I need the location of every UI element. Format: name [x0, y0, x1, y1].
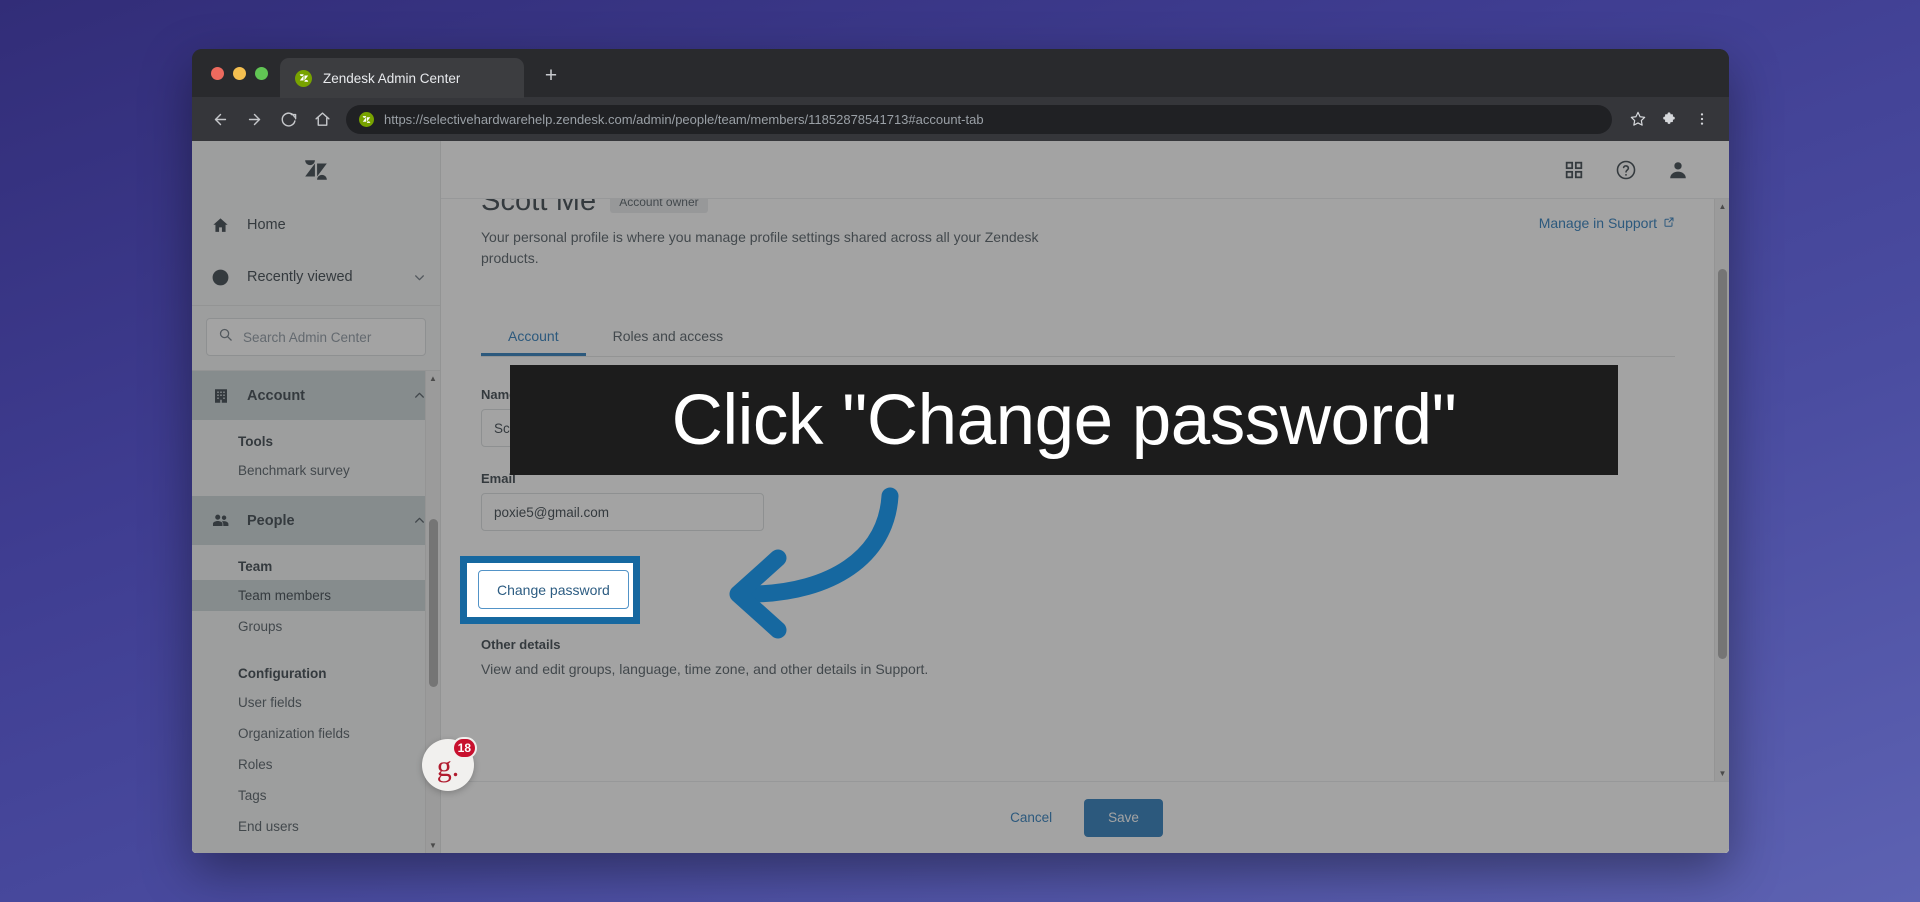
main-content: Scott Me Account owner Your personal pro… — [441, 141, 1729, 853]
form-footer: Cancel Save — [441, 781, 1729, 853]
zendesk-logo[interactable] — [192, 141, 440, 199]
admin-sidebar: Home Recently viewed Search Admin Center — [192, 141, 441, 853]
reload-icon[interactable] — [272, 103, 304, 135]
scroll-up-arrow-icon[interactable]: ▲ — [426, 371, 441, 386]
chevron-down-icon — [413, 271, 426, 284]
tab-account[interactable]: Account — [481, 318, 586, 356]
star-icon[interactable] — [1623, 104, 1653, 134]
sidebar-section-label: Account — [247, 387, 305, 404]
window-maximize-button[interactable] — [255, 66, 268, 80]
browser-window: Zendesk Admin Center + https://selective… — [192, 49, 1729, 853]
manage-in-support-label: Manage in Support — [1538, 215, 1657, 231]
kebab-menu-icon[interactable] — [1687, 104, 1717, 134]
sidebar-item-benchmark-survey[interactable]: Benchmark survey — [192, 455, 440, 486]
sidebar-item-end-users[interactable]: End users — [192, 811, 440, 842]
save-button[interactable]: Save — [1084, 798, 1163, 837]
sidebar-search-wrapper: Search Admin Center — [192, 306, 440, 370]
window-traffic-lights — [204, 49, 280, 97]
content-scrollbar[interactable]: ▲ ▼ — [1714, 199, 1729, 781]
sidebar-item-user-fields[interactable]: User fields — [192, 687, 440, 718]
window-close-button[interactable] — [211, 66, 224, 80]
sidebar-section-account[interactable]: Account — [192, 371, 440, 420]
other-details-title: Other details — [481, 637, 561, 653]
web-page: Home Recently viewed Search Admin Center — [192, 141, 1729, 853]
home-icon[interactable] — [306, 103, 338, 135]
sidebar-group-title: Configuration — [238, 666, 327, 681]
grammarly-floating-widget[interactable]: g. 18 — [422, 737, 477, 791]
name-input[interactable]: Scott Me — [481, 409, 764, 448]
scroll-down-arrow-icon[interactable]: ▼ — [426, 838, 441, 853]
app-header — [441, 141, 1729, 199]
user-avatar-icon[interactable] — [1667, 159, 1689, 181]
address-bar-url: https://selectivehardwarehelp.zendesk.co… — [384, 111, 984, 127]
building-icon — [210, 385, 231, 406]
content-scrollbar-thumb[interactable] — [1718, 269, 1727, 659]
profile-panel: Scott Me Account owner Your personal pro… — [441, 199, 1729, 687]
zendesk-icon — [359, 111, 374, 127]
sidebar-nav-scroll: Account Tools Benchmark survey People Te… — [192, 370, 440, 853]
sidebar-item-organization-fields[interactable]: Organization fields — [192, 718, 440, 749]
home-icon — [210, 215, 231, 236]
scroll-down-arrow-icon[interactable]: ▼ — [1715, 766, 1729, 781]
apps-grid-icon[interactable] — [1563, 159, 1585, 181]
cancel-button[interactable]: Cancel — [992, 799, 1070, 837]
password-field-label: Password — [481, 555, 543, 571]
browser-toolbar: https://selectivehardwarehelp.zendesk.co… — [192, 97, 1729, 141]
zendesk-icon — [295, 69, 312, 87]
email-field-label: Email — [481, 471, 516, 487]
profile-description: Your personal profile is where you manag… — [481, 229, 1039, 266]
sidebar-section-people[interactable]: People — [192, 496, 440, 545]
notification-count-badge: 18 — [451, 737, 477, 759]
sidebar-group-tools: Tools Benchmark survey — [192, 420, 440, 496]
window-minimize-button[interactable] — [233, 66, 246, 80]
sidebar-item-tags[interactable]: Tags — [192, 780, 440, 811]
tab-roles-and-access[interactable]: Roles and access — [586, 318, 751, 356]
sidebar-group-title: Team — [238, 559, 273, 574]
account-form: Name Scott Me Email poxie5@gmail.com Pas… — [481, 357, 1675, 677]
sidebar-item-recently-viewed[interactable]: Recently viewed — [192, 251, 440, 303]
search-input[interactable]: Search Admin Center — [206, 318, 426, 356]
search-icon — [218, 327, 233, 347]
sidebar-group-team: Team Team members Groups — [192, 545, 440, 652]
sidebar-item-groups[interactable]: Groups — [192, 611, 440, 642]
manage-in-support-link[interactable]: Manage in Support — [1539, 215, 1675, 231]
sidebar-item-label: Recently viewed — [247, 269, 353, 285]
external-link-icon — [1663, 215, 1675, 231]
content-scroll-area: Scott Me Account owner Your personal pro… — [441, 199, 1729, 781]
other-details-description: View and edit groups, language, time zon… — [481, 661, 929, 678]
browser-tab-strip: Zendesk Admin Center + — [192, 49, 1729, 98]
search-placeholder: Search Admin Center — [243, 329, 372, 345]
sidebar-group-configuration: Configuration User fields Organization f… — [192, 652, 440, 852]
help-circle-icon[interactable] — [1615, 159, 1637, 181]
name-field-label: Name — [481, 387, 517, 403]
people-icon — [210, 510, 231, 531]
new-tab-button[interactable]: + — [534, 59, 568, 93]
sidebar-group-title: Tools — [238, 434, 273, 449]
browser-tab-title: Zendesk Admin Center — [323, 70, 461, 86]
sidebar-item-home[interactable]: Home — [192, 199, 440, 251]
scroll-up-arrow-icon[interactable]: ▲ — [1715, 199, 1729, 214]
status-badge: Account owner — [610, 199, 708, 213]
back-icon[interactable] — [204, 103, 236, 135]
sidebar-item-label: Home — [247, 217, 286, 233]
profile-tabs: Account Roles and access — [481, 318, 1675, 358]
puzzle-icon[interactable] — [1655, 104, 1685, 134]
sidebar-item-roles[interactable]: Roles — [192, 749, 440, 780]
clock-icon — [210, 267, 231, 288]
sidebar-section-label: People — [247, 512, 295, 529]
sidebar-item-team-members[interactable]: Team members — [192, 580, 440, 611]
address-bar[interactable]: https://selectivehardwarehelp.zendesk.co… — [346, 104, 1612, 134]
forward-icon[interactable] — [238, 103, 270, 135]
email-input[interactable]: poxie5@gmail.com — [481, 493, 764, 532]
change-password-button[interactable]: Change password — [481, 577, 628, 616]
page-title: Scott Me — [481, 199, 597, 217]
browser-tab[interactable]: Zendesk Admin Center — [280, 58, 524, 98]
sidebar-scrollbar-thumb[interactable] — [429, 519, 438, 687]
profile-header: Scott Me Account owner — [481, 199, 1675, 218]
